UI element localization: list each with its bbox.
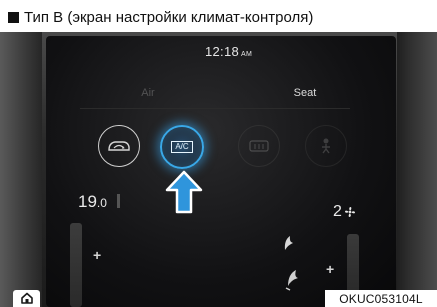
photo-frame <box>0 32 437 307</box>
section-header: Тип B (экран настройки климат-контроля) <box>8 8 313 26</box>
bezel-right <box>397 32 437 307</box>
infotainment-screen <box>46 36 396 307</box>
fan-icon <box>344 207 355 217</box>
ac-label: A/C <box>171 141 193 153</box>
airflow-face-icon <box>284 236 293 250</box>
home-button[interactable] <box>13 290 40 307</box>
fan-direction-button[interactable] <box>305 125 347 167</box>
clock-time: 12:18 <box>205 44 240 59</box>
airflow-feet-icon <box>285 270 298 291</box>
tab-air-label: Air <box>141 87 155 99</box>
air-recirculation-icon <box>108 141 130 151</box>
defrost-icon <box>249 140 269 152</box>
bezel-left <box>0 32 42 307</box>
temperature-display: 19.0 <box>78 192 107 212</box>
clock-ampm: AM <box>241 51 253 58</box>
air-recirculation-button[interactable] <box>98 125 140 167</box>
home-icon <box>20 292 33 304</box>
figure-code: OKUC053104L <box>325 290 437 307</box>
status-clock: 12:18 AM <box>205 44 252 59</box>
temperature-slider[interactable] <box>70 223 82 307</box>
temperature-value: 19 <box>78 192 97 211</box>
temperature-plus-icon[interactable]: + <box>93 247 101 263</box>
tab-air[interactable]: Air <box>78 80 218 106</box>
fan-direction-icon <box>322 138 330 154</box>
temperature-unit-marker <box>117 194 120 208</box>
tab-seat-label: Seat <box>293 87 317 99</box>
defrost-button[interactable] <box>238 125 280 167</box>
tab-seat[interactable]: Seat <box>260 80 350 106</box>
tab-divider <box>80 108 350 109</box>
temperature-decimal: .0 <box>96 196 107 210</box>
fan-speed-value: 2 <box>333 203 342 220</box>
section-title: Тип B (экран настройки климат-контроля) <box>24 8 314 26</box>
bullet-square-icon <box>8 11 19 23</box>
fan-speed-display: 2 <box>333 203 356 221</box>
ac-button[interactable]: A/C <box>160 125 204 169</box>
pointer-arrow-icon <box>165 170 203 214</box>
fan-speed-plus-icon[interactable]: + <box>326 261 334 277</box>
